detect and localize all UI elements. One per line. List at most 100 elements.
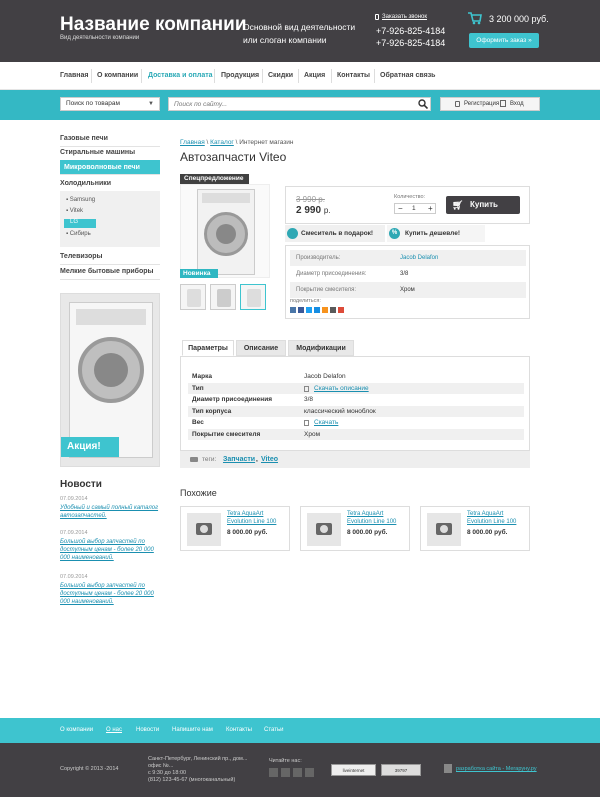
machine-drum: [94, 353, 128, 387]
odnoklassniki-icon[interactable]: [305, 768, 314, 777]
footer-link[interactable]: Новости: [136, 727, 159, 733]
register-link[interactable]: Регистрация: [464, 98, 499, 110]
file-icon: [304, 385, 309, 392]
similar-product-card[interactable]: Tetra AquaArt Evolution Line 100 8 000.0…: [420, 506, 530, 551]
visit-counter[interactable]: 39797: [381, 764, 421, 776]
subcategory-vitek[interactable]: ▪ Vitek: [66, 208, 83, 214]
footer-nav: О компании О нас Новости Напишите нам Ко…: [0, 718, 600, 743]
gift-offer[interactable]: Смеситель в подарок!: [285, 225, 385, 242]
current-price: 2 990 р.: [296, 205, 331, 216]
news-link[interactable]: Удобный и самый полный каталог автозапча…: [60, 504, 160, 520]
working-hours: с 9:30 до 18:00: [148, 770, 187, 776]
nav-item-discounts[interactable]: Скидки: [268, 72, 293, 79]
similar-product-price: 8 000.00 руб.: [347, 529, 388, 536]
nav-item-promo[interactable]: Акция: [304, 72, 325, 79]
sidebar-item-small-appliances[interactable]: Мелкие бытовые приборы: [60, 264, 160, 280]
subcategory-lg[interactable]: LG: [64, 219, 96, 228]
nav-divider: [91, 69, 92, 83]
quantity-stepper[interactable]: − 1 +: [394, 203, 436, 214]
spec-row: Покрытие смесителя Хром: [188, 428, 524, 440]
search-icon[interactable]: [418, 99, 428, 109]
nav-item-about[interactable]: О компании: [97, 72, 138, 79]
promo-banner[interactable]: Акция!: [60, 293, 160, 467]
quantity-label: Количество:: [394, 194, 426, 200]
sidebar-item-microwaves[interactable]: Микроволновые печи: [60, 160, 160, 175]
promo-label: Акция!: [61, 437, 119, 457]
spec-row: Марка Jacob Delafon: [192, 373, 346, 380]
company-tagline: Вид деятельности компании: [60, 35, 140, 41]
odnoklassniki-icon[interactable]: [322, 307, 328, 313]
cart-icon[interactable]: [468, 12, 482, 25]
footer-link[interactable]: О компании: [60, 727, 93, 733]
footer-link[interactable]: Статьи: [264, 727, 283, 733]
company-name[interactable]: Название компании: [60, 14, 247, 36]
plus-icon[interactable]: +: [428, 204, 433, 213]
breadcrumb-catalog[interactable]: Каталог: [210, 139, 234, 146]
search-input[interactable]: [168, 97, 431, 111]
login-link[interactable]: Вход: [510, 98, 524, 110]
mail-icon[interactable]: [314, 307, 320, 313]
sidebar-item-washing-machines[interactable]: Стиральные машины: [60, 145, 160, 161]
callback-link[interactable]: Заказать звонок: [382, 14, 427, 20]
similar-product-name[interactable]: Tetra AquaArt Evolution Line 100: [227, 511, 287, 526]
subcategory-sibir[interactable]: ▪ Сибирь: [66, 231, 91, 237]
product-image[interactable]: [180, 184, 270, 278]
livejournal-icon[interactable]: [330, 307, 336, 313]
similar-product-price: 8 000.00 руб.: [467, 529, 508, 536]
facebook-icon[interactable]: [298, 307, 304, 313]
similar-product-name[interactable]: Tetra AquaArt Evolution Line 100: [467, 511, 527, 526]
nav-item-products[interactable]: Продукция: [221, 72, 259, 79]
sidebar-item-fridges[interactable]: Холодильники: [60, 176, 160, 191]
tab-modifications[interactable]: Модификации: [288, 340, 354, 356]
quantity-value[interactable]: 1: [412, 205, 416, 212]
twitter-icon[interactable]: [293, 768, 302, 777]
machine-panel: [202, 193, 250, 203]
auth-box: Регистрация Вход: [440, 97, 540, 111]
liveinternet-counter[interactable]: liveinternet: [331, 764, 376, 776]
download-link[interactable]: Скачать: [314, 417, 338, 429]
news-link[interactable]: Большой выбор запчастей по доступным цен…: [60, 582, 160, 606]
similar-product-name[interactable]: Tetra AquaArt Evolution Line 100: [347, 511, 407, 526]
breadcrumb-home[interactable]: Главная: [180, 139, 205, 146]
tab-parameters[interactable]: Параметры: [182, 340, 234, 356]
vk-icon[interactable]: [290, 307, 296, 313]
camera-icon: [427, 513, 461, 546]
nav-item-home[interactable]: Главная: [60, 72, 88, 79]
machine-panel: [76, 309, 146, 325]
download-description-link[interactable]: Скачать описание: [314, 383, 369, 395]
address-line: Санкт-Петербург, Ленинский пр., дом...: [148, 756, 248, 762]
search-category-select[interactable]: Поиск по товарам ▼: [60, 97, 160, 111]
cheaper-offer[interactable]: % Купить дешевле!: [387, 225, 485, 242]
product-thumbnail[interactable]: [240, 284, 266, 310]
tag-link[interactable]: Viteo: [261, 451, 278, 469]
developer-link[interactable]: разработка сайта - Мегаруну.ру: [456, 766, 537, 772]
similar-product-card[interactable]: Tetra AquaArt Evolution Line 100 8 000.0…: [300, 506, 410, 551]
google-plus-icon[interactable]: [338, 307, 344, 313]
sidebar-item-tvs[interactable]: Телевизоры: [60, 249, 160, 265]
facebook-icon[interactable]: [281, 768, 290, 777]
developer-logo: [444, 764, 452, 773]
similar-product-card[interactable]: Tetra AquaArt Evolution Line 100 8 000.0…: [180, 506, 290, 551]
slogan-line-2: или слоган компании: [243, 35, 327, 45]
buy-button[interactable]: 🛒︎ Купить: [446, 196, 520, 214]
nav-item-contacts[interactable]: Контакты: [337, 72, 370, 79]
twitter-icon[interactable]: [306, 307, 312, 313]
product-thumbnail[interactable]: [180, 284, 206, 310]
phone-icon: [375, 14, 379, 20]
tag-link[interactable]: Запчасти: [223, 451, 255, 469]
footer-link[interactable]: Напишите нам: [172, 727, 213, 733]
cart-sum: 3 200 000 руб.: [489, 14, 549, 24]
subcategory-samsung[interactable]: ▪ Samsung: [66, 197, 95, 203]
footer-link[interactable]: Контакты: [226, 727, 252, 733]
spec-row: Тип корпуса классический моноблок: [188, 405, 524, 417]
tab-description[interactable]: Описание: [236, 340, 286, 356]
product-thumbnail[interactable]: [210, 284, 236, 310]
nav-item-delivery[interactable]: Доставка и оплата: [148, 72, 213, 79]
footer-link[interactable]: О нас: [106, 727, 122, 733]
nav-item-feedback[interactable]: Обратная связь: [380, 72, 436, 79]
vk-icon[interactable]: [269, 768, 278, 777]
order-button[interactable]: Оформить заказ »: [469, 33, 539, 48]
news-link[interactable]: Большой выбор запчастей по доступным цен…: [60, 538, 160, 562]
file-icon: [304, 420, 309, 426]
minus-icon[interactable]: −: [398, 204, 403, 213]
